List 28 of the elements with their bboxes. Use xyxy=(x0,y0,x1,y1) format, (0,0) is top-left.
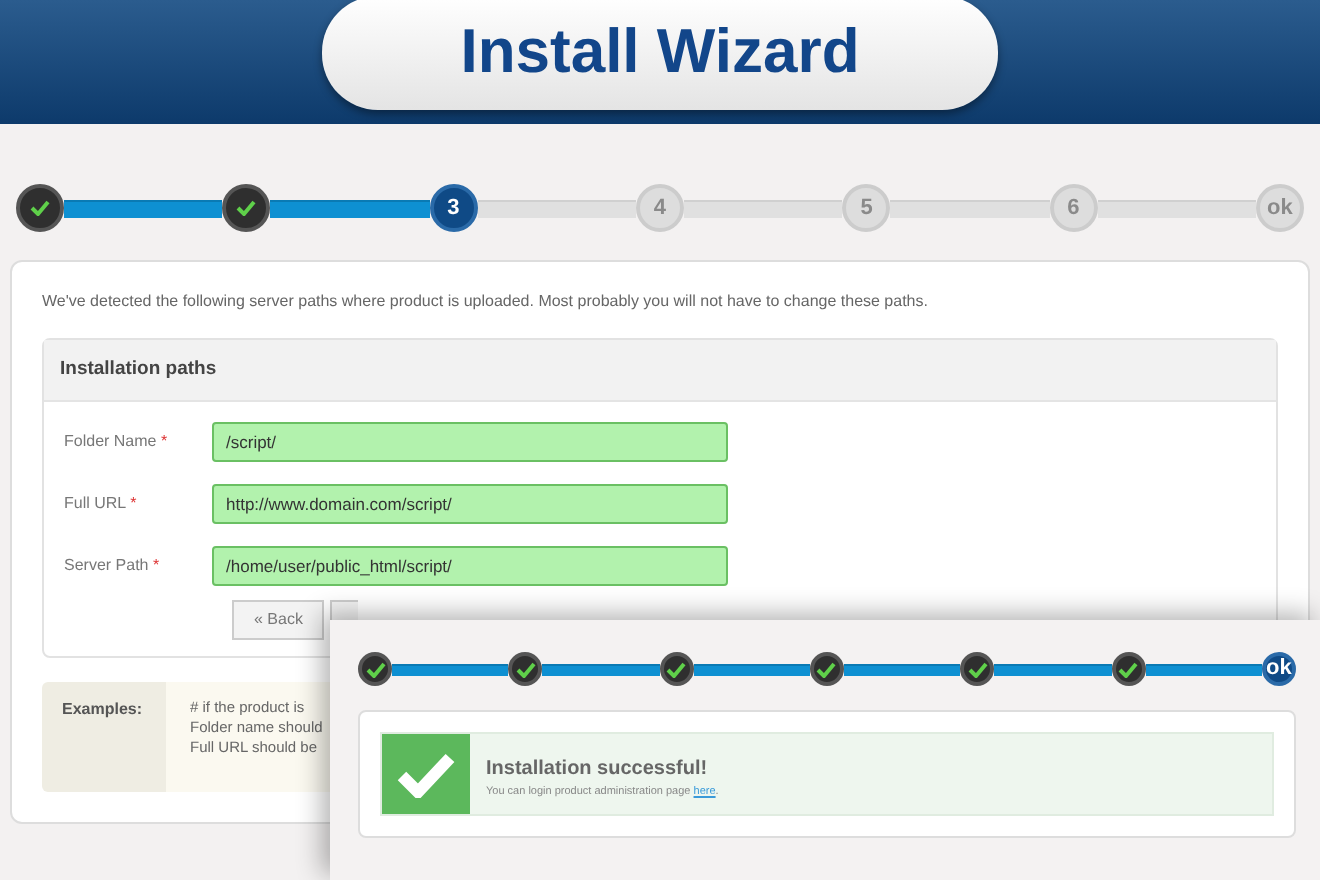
progress-segment xyxy=(994,663,1112,675)
wizard-title: Install Wizard xyxy=(322,0,998,110)
step-marker: 4 xyxy=(635,184,684,232)
checkmark-icon xyxy=(396,750,456,798)
step-marker: 3 xyxy=(429,184,478,232)
progress-segment xyxy=(693,663,810,675)
field-label: Full URL xyxy=(64,493,126,512)
intro-text: We've detected the following server paths where product is uploaded. Most probably you will not have to change these paths. xyxy=(42,290,930,314)
success-title: Installation successful! xyxy=(486,756,710,784)
progress-segment xyxy=(1145,663,1262,675)
panel-title: Installation paths xyxy=(44,340,1276,403)
field-label: Server Path xyxy=(64,555,149,574)
input-field[interactable]: /script/ xyxy=(212,421,728,462)
field-label: Folder Name xyxy=(64,431,157,450)
back-button[interactable]: « Back xyxy=(232,600,325,641)
required-mark: * xyxy=(152,555,160,574)
step-marker: 5 xyxy=(842,184,891,232)
step-marker: 6 xyxy=(1049,184,1098,232)
progress-segment xyxy=(392,663,509,675)
progress-segment xyxy=(843,663,961,675)
progress-segment xyxy=(542,663,660,675)
step-marker: ok xyxy=(1261,652,1296,686)
required-mark: * xyxy=(160,431,168,450)
examples-label: Examples: xyxy=(42,682,166,793)
input-field[interactable]: /home/user/public_html/script/ xyxy=(212,545,728,586)
step-marker: ok xyxy=(1255,184,1304,232)
required-mark: * xyxy=(130,493,137,512)
input-field[interactable]: http://www.domain.com/script/ xyxy=(212,483,728,524)
